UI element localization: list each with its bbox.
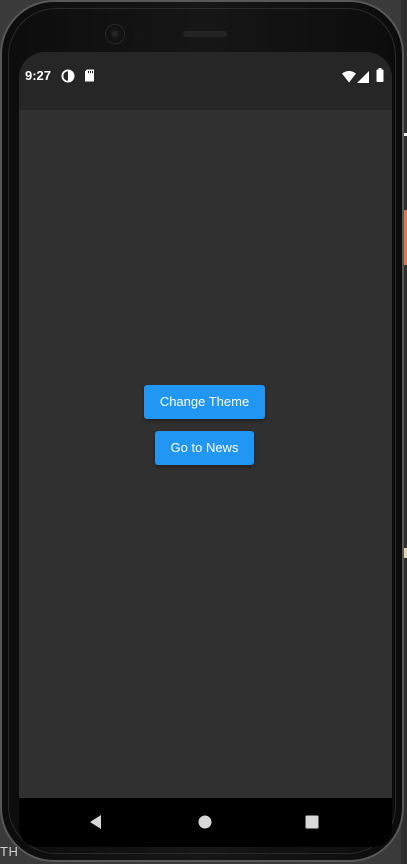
earpiece-speaker: [183, 31, 227, 37]
emulator-window: TH 9:27 Change Theme Go to News: [0, 0, 407, 864]
back-icon[interactable]: [86, 812, 106, 832]
navigation-bar: [19, 798, 392, 847]
battery-icon: [376, 68, 384, 87]
go-to-news-button[interactable]: Go to News: [155, 431, 254, 465]
phone-frame: 9:27 Change Theme Go to News: [0, 0, 404, 862]
data-saver-icon: [61, 69, 75, 88]
front-camera: [105, 24, 125, 44]
home-icon[interactable]: [195, 812, 215, 832]
app-body: Change Theme Go to News: [19, 110, 392, 798]
wifi-icon: [342, 70, 356, 88]
sd-card-icon: [84, 69, 95, 87]
status-time: 9:27: [25, 68, 52, 83]
change-theme-button[interactable]: Change Theme: [144, 385, 265, 419]
phone-screen: 9:27 Change Theme Go to News: [19, 52, 392, 847]
recents-icon[interactable]: [302, 812, 322, 832]
signal-icon: [357, 70, 369, 88]
proximity-sensor: [133, 27, 143, 41]
status-bar: 9:27: [19, 52, 392, 110]
